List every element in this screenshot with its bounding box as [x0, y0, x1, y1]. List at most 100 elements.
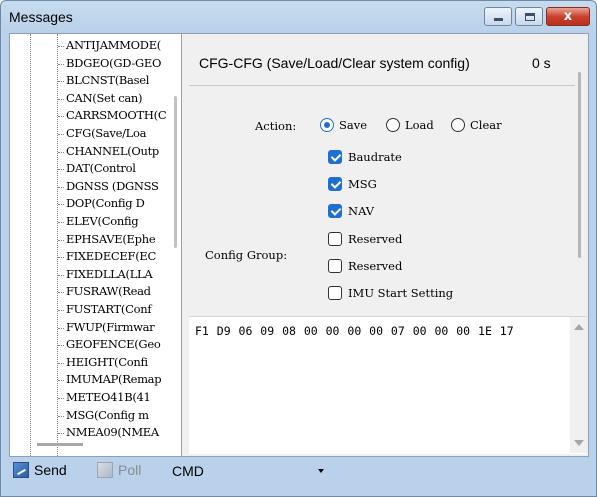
tree-connector: [58, 380, 64, 382]
cmd-dropdown[interactable]: CMD: [172, 459, 330, 483]
tree-item-label: DOP(Config D: [66, 196, 145, 211]
tree-horizontal-scrollbar[interactable]: [37, 443, 83, 446]
tree-connector: [58, 63, 64, 65]
tree-item[interactable]: DAT(Control: [58, 161, 136, 178]
tree-item[interactable]: EPHSAVE(Ephe: [58, 232, 156, 249]
hex-output[interactable]: F1 D9 06 09 08 00 00 00 00 07 00 00 00 1…: [189, 316, 587, 454]
checkbox-msg[interactable]: MSG: [328, 177, 377, 191]
checkbox-reserved-2-box[interactable]: [328, 259, 342, 273]
tree-connector: [58, 81, 64, 83]
tree-item[interactable]: BDGEO(GD-GEO: [58, 56, 161, 73]
hex-scrollbar[interactable]: [570, 317, 587, 453]
close-button[interactable]: x: [546, 7, 590, 26]
poll-label: Poll: [118, 462, 142, 478]
tree-connector: [58, 292, 64, 294]
config-panel: CFG-CFG (Save/Load/Clear system config) …: [189, 42, 587, 310]
tree-item-label: MSG(Config m: [66, 407, 149, 422]
tree-item[interactable]: CAN(Set can): [58, 91, 143, 108]
hex-text: F1 D9 06 09 08 00 00 00 00 07 00 00 00 1…: [195, 324, 514, 338]
tree-item[interactable]: FUSTART(Conf: [58, 302, 152, 319]
tree-item[interactable]: CFG(Save/Loa: [58, 126, 146, 143]
checkbox-baudrate[interactable]: Baudrate: [328, 150, 402, 164]
tree-item[interactable]: METEO41B(41: [58, 390, 151, 407]
window-controls: x: [481, 7, 590, 26]
tree-item[interactable]: NMEA09(NMEA: [58, 425, 159, 442]
tree-item-label: DGNSS (DGNSS: [66, 178, 159, 193]
poll-button[interactable]: Poll: [97, 462, 141, 478]
tree-vertical-scrollbar[interactable]: [174, 96, 177, 248]
tree-connector: [58, 222, 64, 223]
radio-clear-indicator[interactable]: [451, 118, 465, 132]
tree-item-label: FIXEDECEF(EC: [66, 249, 156, 264]
tree-item[interactable]: ELEV(Config: [58, 214, 139, 231]
poll-icon: [97, 462, 113, 478]
send-icon: [13, 462, 29, 478]
tree-item[interactable]: ANTIJAMMODE(: [58, 38, 161, 55]
tree-item[interactable]: MSG(Config m: [58, 407, 149, 425]
scroll-down-icon[interactable]: [574, 440, 584, 446]
tree-connector: [58, 257, 64, 259]
tree-item[interactable]: HEIGHT(Confi: [58, 355, 148, 372]
checkbox-nav[interactable]: NAV: [328, 204, 374, 218]
tree-item[interactable]: BLCNST(Basel: [58, 73, 149, 90]
message-header: CFG-CFG (Save/Load/Clear system config): [199, 55, 470, 71]
message-tree[interactable]: ANTIJAMMODE(BDGEO(GD-GEO BLCNST(Basel CAN(…: [10, 34, 182, 456]
checkbox-nav-label: NAV: [348, 204, 375, 218]
tree-connector: [58, 204, 64, 206]
tree-connector: [58, 415, 64, 417]
tree-item-label: FUSRAW(Read: [66, 284, 151, 299]
tree-item[interactable]: FIXEDLLA(LLA: [58, 267, 153, 284]
tree-item-label: CHANNEL(Outp: [66, 143, 159, 158]
tree-item[interactable]: GEOFENCE(Geo: [58, 337, 161, 354]
tree-item[interactable]: DGNSS (DGNSS: [58, 178, 159, 196]
tree-item-label: NMEA09(NMEA: [66, 425, 159, 440]
checkbox-reserved-2[interactable]: Reserved: [328, 259, 402, 273]
tree-item[interactable]: IMUMAP(Remap: [58, 372, 162, 389]
radio-load-indicator[interactable]: [386, 118, 400, 132]
tree-connector: [58, 274, 64, 276]
tree-item[interactable]: CHANNEL(Outp: [58, 143, 159, 161]
radio-save[interactable]: Save: [320, 118, 367, 132]
scroll-up-icon[interactable]: [574, 324, 584, 330]
send-button[interactable]: Send: [13, 462, 67, 478]
checkbox-imu-start-box[interactable]: [328, 286, 342, 300]
radio-clear[interactable]: Clear: [451, 118, 502, 132]
checkbox-reserved-2-label: Reserved: [348, 259, 403, 273]
tree-item[interactable]: CARRSMOOTH(C: [58, 108, 167, 125]
close-icon: x: [563, 9, 573, 24]
tree-item[interactable]: DOP(Config D: [58, 196, 145, 213]
checkbox-reserved-1[interactable]: Reserved: [328, 232, 402, 246]
checkbox-imu-start[interactable]: IMU Start Setting: [328, 286, 453, 300]
radio-load[interactable]: Load: [386, 118, 434, 132]
radio-load-label: Load: [405, 118, 434, 132]
panel-scrollbar[interactable]: [578, 72, 581, 258]
tree-connector: [58, 433, 64, 435]
maximize-button[interactable]: [515, 7, 543, 26]
checkbox-msg-box[interactable]: [328, 177, 342, 191]
chevron-down-icon: [318, 469, 324, 473]
radio-save-label: Save: [339, 118, 368, 132]
checkbox-baudrate-box[interactable]: [328, 150, 342, 164]
checkbox-reserved-1-box[interactable]: [328, 232, 342, 246]
tree-connector: [58, 398, 64, 399]
tree-connector: [58, 327, 64, 329]
checkbox-baudrate-label: Baudrate: [348, 150, 402, 164]
checkbox-msg-label: MSG: [348, 177, 377, 191]
tree-connector: [58, 134, 64, 135]
tree-item-label: METEO41B(41: [66, 390, 151, 404]
tree-connector: [58, 362, 64, 364]
tree-connector: [58, 310, 64, 311]
tree-item-label: DAT(Control: [66, 161, 136, 176]
tree-item-label: CARRSMOOTH(C: [66, 108, 167, 123]
tree-item[interactable]: FIXEDECEF(EC: [58, 249, 156, 266]
title-bar[interactable]: Messages x: [1, 1, 596, 31]
radio-save-indicator[interactable]: [320, 118, 334, 132]
tree-item[interactable]: FUSRAW(Read: [58, 284, 151, 301]
tree-connector: [58, 151, 64, 153]
tree-connector: [58, 186, 64, 188]
checkbox-nav-box[interactable]: [328, 204, 342, 218]
tree-item-label: IMUMAP(Remap: [66, 372, 162, 387]
tree-item[interactable]: FWUP(Firmwar: [58, 320, 155, 337]
minimize-button[interactable]: [484, 7, 512, 26]
tree-connector: [58, 169, 64, 171]
